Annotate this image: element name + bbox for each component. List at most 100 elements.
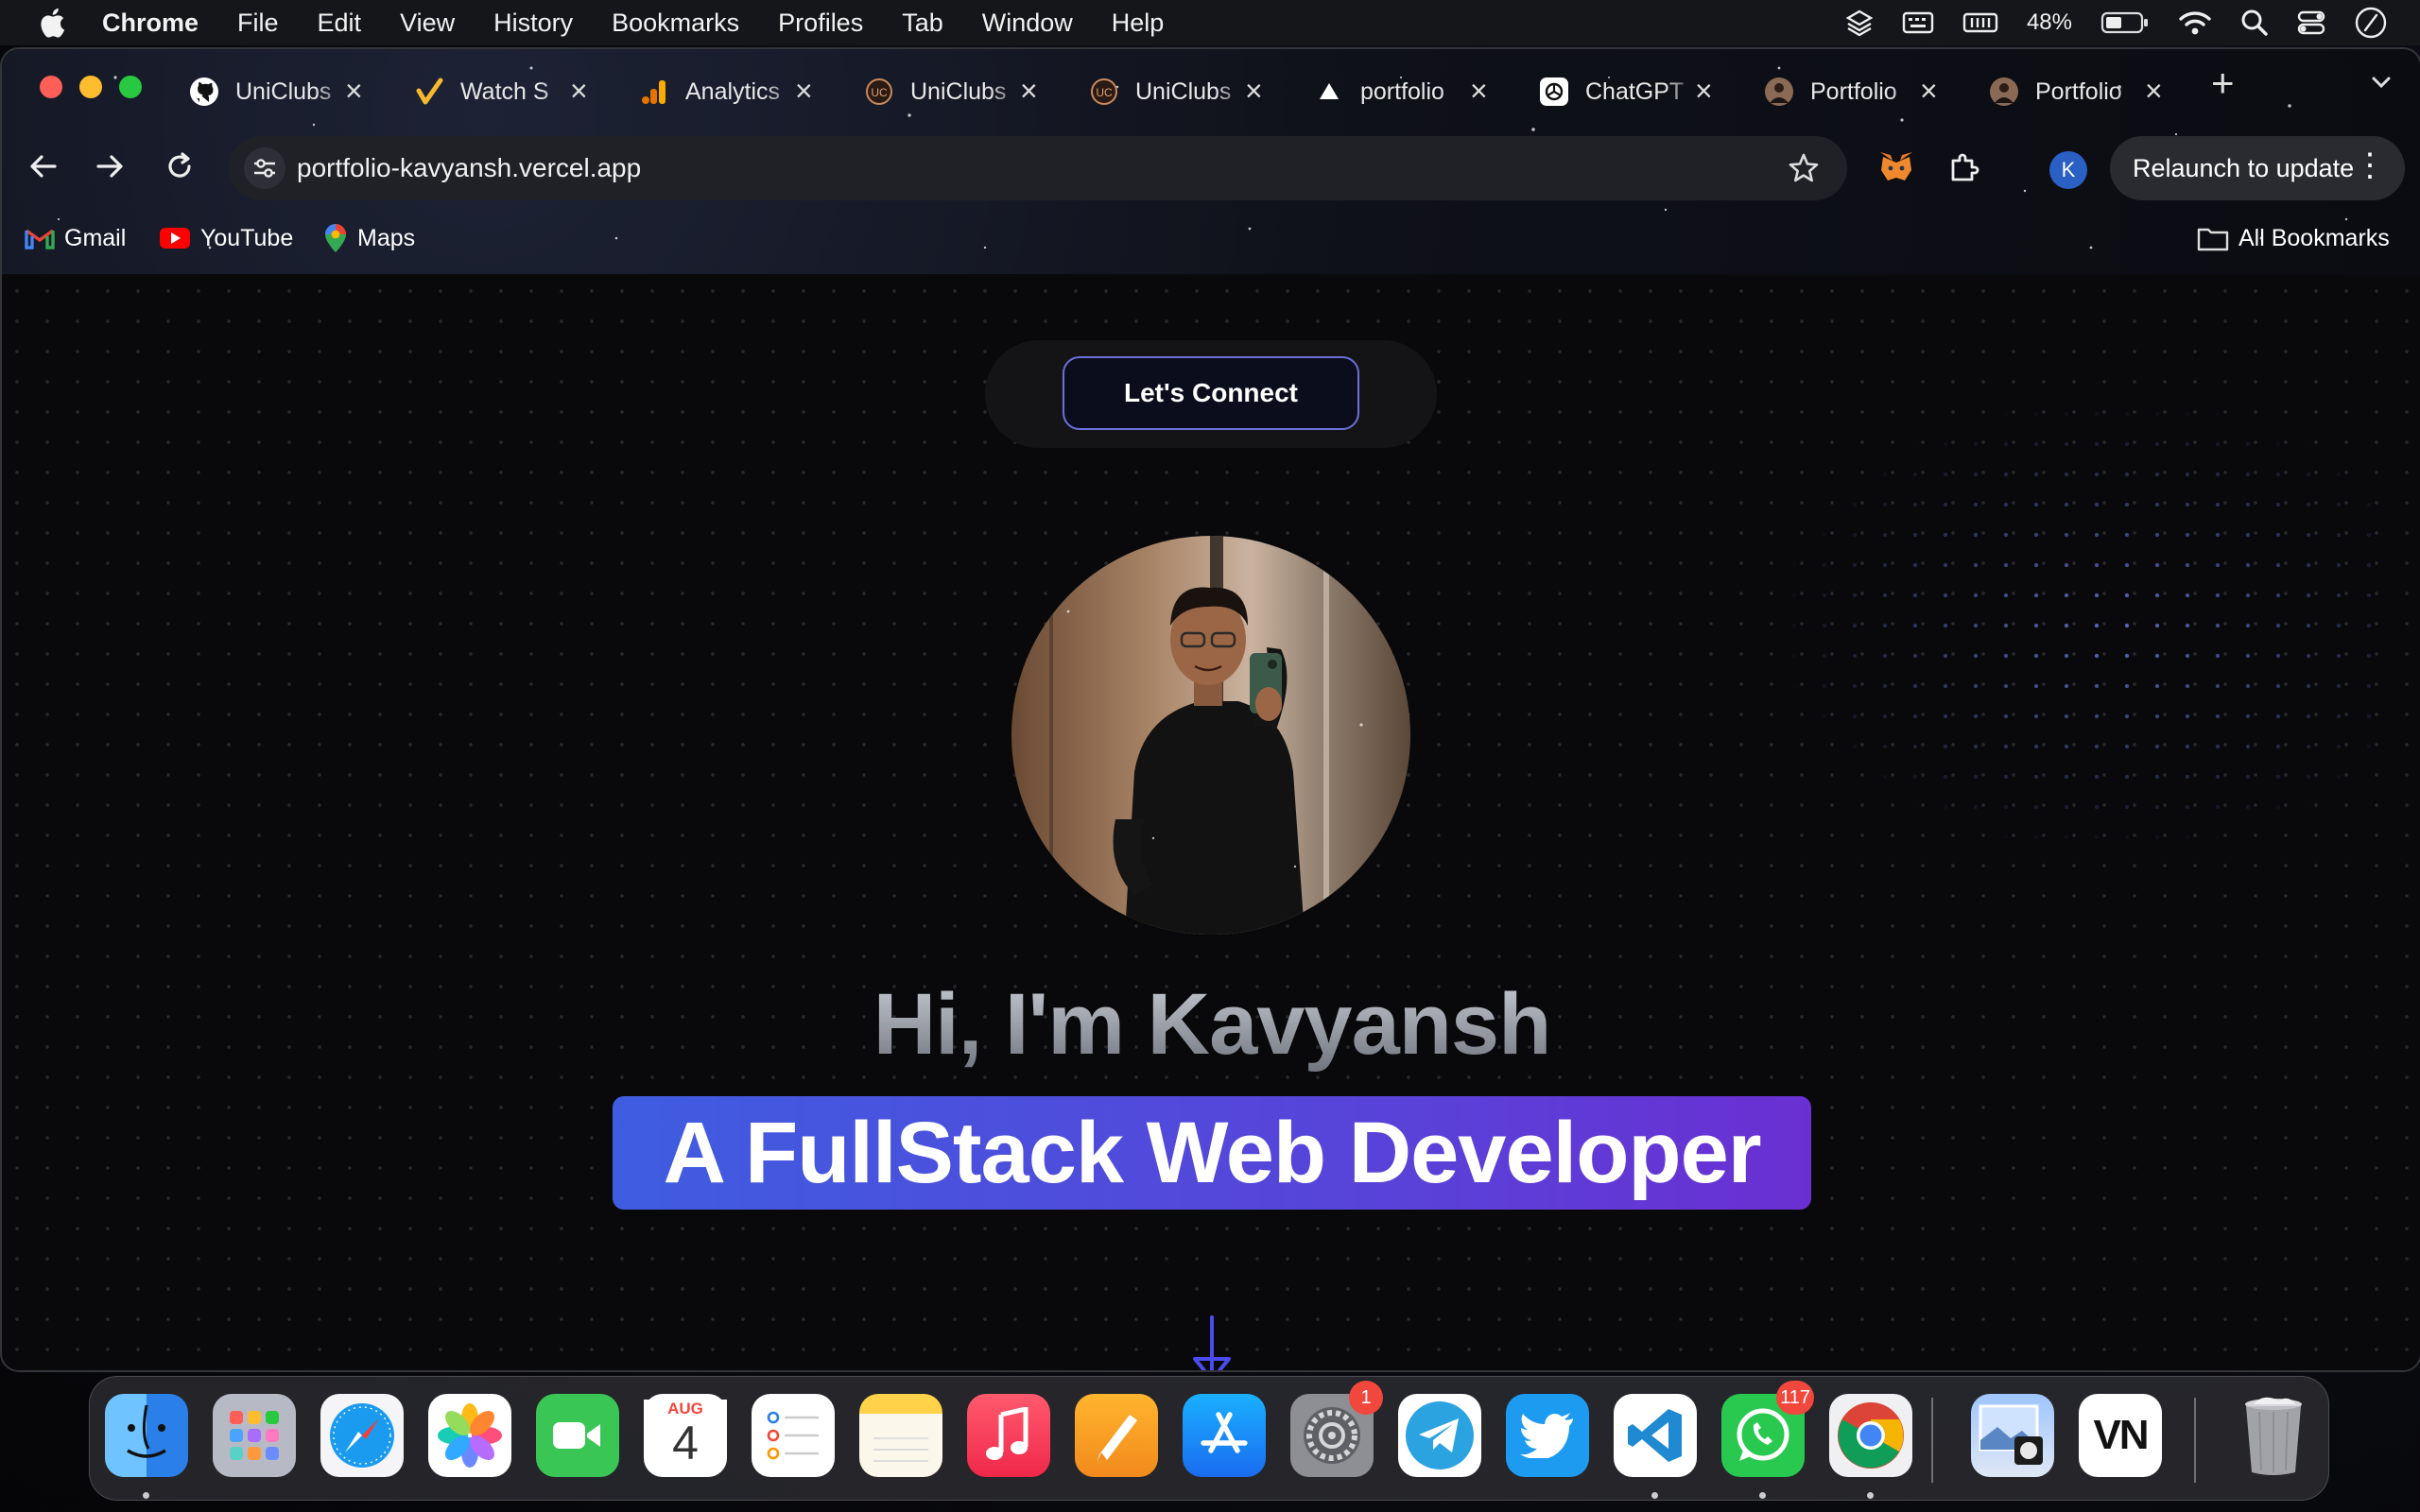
all-bookmarks-button[interactable]: All Bookmarks: [2197, 217, 2390, 259]
apple-logo-icon[interactable]: [38, 7, 66, 39]
lets-connect-button[interactable]: Let's Connect: [1063, 356, 1359, 430]
menu-bookmarks[interactable]: Bookmarks: [612, 9, 739, 38]
zoom-window-button[interactable]: [119, 76, 142, 98]
portfolio-page: Let's Connect Hi, I'm Kavyansh A FullSta…: [2, 276, 2420, 1372]
bookmark-maps[interactable]: Maps: [323, 217, 415, 259]
layers-icon[interactable]: [1845, 9, 1874, 37]
trash-icon[interactable]: [2232, 1394, 2315, 1477]
close-tab-icon[interactable]: ×: [1920, 76, 1938, 106]
analytics-icon: [638, 76, 670, 108]
menu-view[interactable]: View: [400, 9, 455, 38]
close-tab-icon[interactable]: ×: [795, 76, 813, 106]
menu-profiles[interactable]: Profiles: [778, 9, 863, 38]
scroll-down-arrow-icon[interactable]: [1189, 1315, 1235, 1372]
running-indicator: [1759, 1492, 1766, 1499]
whatsapp-icon[interactable]: 117: [1721, 1381, 1814, 1477]
close-tab-icon[interactable]: ×: [1695, 76, 1713, 106]
check-icon: [413, 76, 445, 108]
more-menu-icon[interactable]: ⋮: [2354, 149, 2386, 181]
tab-watch[interactable]: Watch S ×: [402, 62, 627, 121]
tab-portfolio-2[interactable]: Portfolio ×: [1977, 62, 2202, 121]
menu-window[interactable]: Window: [982, 9, 1073, 38]
chatgpt-icon: [1538, 76, 1570, 108]
bookmarks-bar: Gmail YouTube Maps All Bookmarks: [2, 217, 2420, 259]
vn-editor-icon[interactable]: VN: [2079, 1394, 2162, 1477]
profile-avatar[interactable]: K: [2049, 151, 2087, 189]
tab-portfolio-vercel[interactable]: portfolio ×: [1302, 62, 1527, 121]
bookmark-youtube[interactable]: YouTube: [159, 217, 293, 259]
keyboard-icon[interactable]: [1902, 9, 1934, 36]
siri-icon[interactable]: [2354, 6, 2388, 40]
control-center-icon[interactable]: [2297, 9, 2325, 37]
menu-history[interactable]: History: [493, 9, 573, 38]
reminders-icon[interactable]: [752, 1394, 835, 1477]
relaunch-update-button[interactable]: Relaunch to update ⋮: [2110, 136, 2405, 200]
notes-icon[interactable]: [859, 1394, 942, 1477]
spotlight-search-icon[interactable]: [2240, 9, 2269, 37]
menu-file[interactable]: File: [237, 9, 279, 38]
metamask-fox-icon[interactable]: [1877, 149, 1915, 183]
close-tab-icon[interactable]: ×: [1020, 76, 1038, 106]
close-window-button[interactable]: [40, 76, 62, 98]
menu-tab[interactable]: Tab: [902, 9, 943, 38]
reload-icon[interactable]: [163, 149, 197, 183]
back-arrow-icon[interactable]: [26, 149, 60, 183]
vscode-icon[interactable]: [1614, 1394, 1697, 1477]
svg-text:UC: UC: [871, 86, 888, 99]
bookmark-gmail[interactable]: Gmail: [25, 217, 126, 259]
tab-analytics[interactable]: Analytics ×: [627, 62, 852, 121]
new-tab-icon[interactable]: +: [2211, 60, 2235, 106]
status-area: 48%: [1845, 0, 2388, 45]
greeting-heading: Hi, I'm Kavyansh: [2, 975, 2420, 1074]
pages-icon[interactable]: [1075, 1394, 1158, 1477]
wifi-icon[interactable]: [2178, 9, 2212, 37]
chrome-icon[interactable]: [1829, 1394, 1912, 1477]
site-settings-icon[interactable]: [244, 147, 285, 189]
minimize-window-button[interactable]: [79, 76, 102, 98]
finder-icon[interactable]: [105, 1394, 188, 1477]
tab-uniclubs-github[interactable]: UniClubs ×: [177, 62, 402, 121]
safari-icon[interactable]: [320, 1394, 404, 1477]
tab-label: Portfolio: [1810, 77, 1897, 105]
role-banner: A FullStack Web Developer: [613, 1096, 1811, 1210]
tab-label: ChatGPT: [1585, 77, 1685, 105]
calendar-month: AUG: [644, 1400, 727, 1418]
menu-help[interactable]: Help: [1112, 9, 1165, 38]
tab-uniclubs-2[interactable]: UC UniClubs ×: [852, 62, 1077, 121]
connect-pill-container: Let's Connect: [985, 340, 1437, 448]
url-text[interactable]: portfolio-kavyansh.vercel.app: [297, 153, 641, 183]
battery-icon[interactable]: [2100, 10, 2150, 35]
music-icon[interactable]: [967, 1394, 1050, 1477]
telegram-icon[interactable]: [1398, 1394, 1481, 1477]
tab-uniclubs-3[interactable]: UC UniClubs ×: [1077, 62, 1302, 121]
bookmark-star-icon[interactable]: [1787, 151, 1821, 185]
app-store-icon[interactable]: [1183, 1394, 1266, 1477]
launchpad-icon[interactable]: [213, 1394, 296, 1477]
tab-chatgpt[interactable]: ChatGPT ×: [1527, 62, 1752, 121]
battery-percent: 48%: [2026, 9, 2072, 35]
address-bar[interactable]: portfolio-kavyansh.vercel.app: [229, 136, 1847, 200]
menu-edit[interactable]: Edit: [318, 9, 362, 38]
close-tab-icon[interactable]: ×: [1245, 76, 1263, 106]
preview-icon[interactable]: [1971, 1394, 2054, 1477]
maps-icon: [325, 224, 346, 252]
tab-portfolio-1[interactable]: Portfolio ×: [1752, 62, 1977, 121]
forward-arrow-icon[interactable]: [93, 149, 127, 183]
facetime-icon[interactable]: [536, 1394, 619, 1477]
close-tab-icon[interactable]: ×: [570, 76, 588, 106]
relaunch-label: Relaunch to update: [2133, 153, 2355, 182]
all-bookmarks-label: All Bookmarks: [2238, 224, 2390, 251]
tab-search-chevron-icon[interactable]: [2369, 70, 2394, 94]
browser-frame: UniClubs × Watch S × Analytics × UC UniC…: [2, 49, 2420, 274]
vercel-icon: [1313, 76, 1345, 108]
close-tab-icon[interactable]: ×: [345, 76, 363, 106]
photos-icon[interactable]: [428, 1394, 511, 1477]
memory-icon[interactable]: [1962, 9, 1998, 36]
extensions-puzzle-icon[interactable]: [1947, 151, 1981, 185]
system-settings-icon[interactable]: 1: [1290, 1381, 1383, 1477]
twitter-icon[interactable]: [1506, 1394, 1589, 1477]
close-tab-icon[interactable]: ×: [1470, 76, 1488, 106]
menu-app-chrome[interactable]: Chrome: [102, 9, 199, 38]
calendar-icon[interactable]: AUG 4: [644, 1394, 727, 1477]
close-tab-icon[interactable]: ×: [2145, 76, 2163, 106]
